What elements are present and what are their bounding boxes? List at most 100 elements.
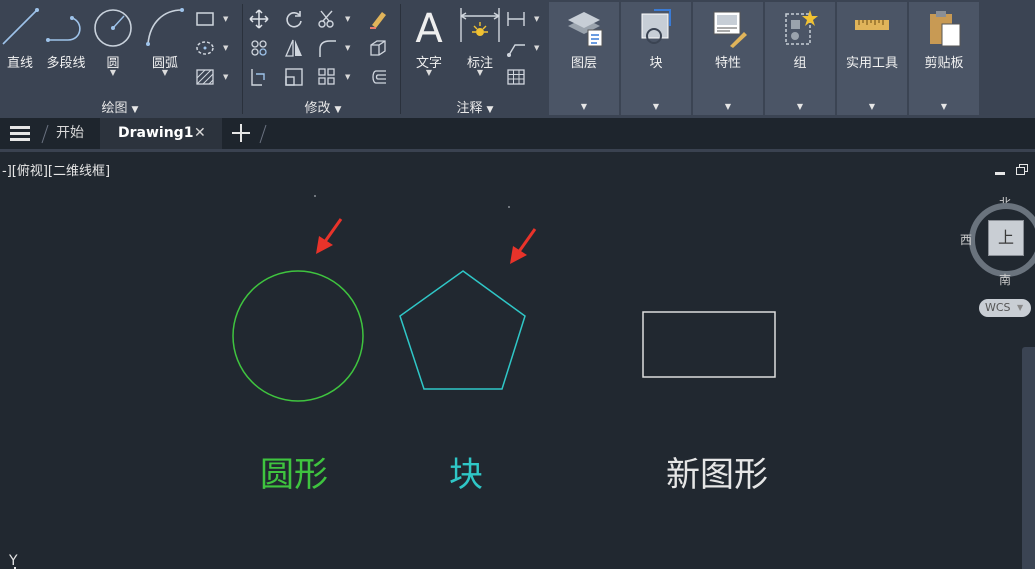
wcs-dropdown-icon: ▼ — [1017, 303, 1024, 312]
leader-dropdown-icon[interactable]: ▼ — [534, 44, 539, 52]
annotate-panel-title[interactable]: 注释 ▼ — [435, 97, 515, 116]
polyline-button[interactable]: 多段线 — [42, 2, 90, 82]
block-dropdown-icon: ▼ — [652, 102, 660, 111]
utilities-label: 实用工具 — [845, 56, 898, 71]
cube-icon — [370, 40, 386, 56]
new-shape-label: 新图形 — [666, 455, 768, 495]
utilities-dropdown-icon: ▼ — [868, 102, 876, 111]
green-circle[interactable] — [232, 270, 364, 402]
utilities-tile[interactable]: 实用工具 ▼ — [837, 2, 907, 115]
line-button[interactable]: 直线 — [0, 2, 40, 82]
stretch-icon — [251, 69, 265, 86]
wcs-menu[interactable]: WCS ▼ — [979, 299, 1031, 317]
hatch-button[interactable] — [194, 66, 216, 88]
hatch-icon — [196, 69, 214, 85]
layers-icon — [568, 12, 603, 47]
polyline-icon — [46, 16, 81, 42]
properties-label: 特性 — [714, 56, 741, 71]
modify-panel-title[interactable]: 修改 ▼ — [283, 97, 363, 116]
layers-tile[interactable]: 图层 ▼ — [549, 2, 619, 115]
draw-panel: 直线 多段线 圆 ▼ 圆弧 ▼ ▼ ▼ ▼ 绘图 ▼ — [0, 0, 242, 118]
solidedit-button[interactable] — [367, 37, 389, 59]
tab-drawing1[interactable]: Drawing1 ✕ — [100, 118, 222, 149]
menu-icon[interactable] — [10, 126, 32, 142]
linear-dim-dropdown-icon[interactable]: ▼ — [534, 15, 539, 23]
viewcube-south-label[interactable]: 南 — [999, 271, 1011, 288]
trim-dropdown-icon[interactable]: ▼ — [345, 15, 350, 23]
svg-text:A: A — [415, 6, 443, 48]
close-icon[interactable]: ✕ — [194, 118, 206, 149]
ellipse-icon — [196, 41, 214, 55]
navigation-bar[interactable] — [1022, 347, 1035, 569]
rectangle-icon — [196, 12, 214, 26]
scale-icon — [285, 68, 303, 86]
group-dropdown-icon: ▼ — [796, 102, 804, 111]
copy-button[interactable] — [248, 37, 270, 59]
annotate-panel: A 文字 ▼ 标注 ▼ ▼ ▼ 注释 ▼ — [401, 0, 548, 118]
dimension-button[interactable]: 标注 ▼ — [457, 2, 503, 82]
ellipse-button[interactable] — [194, 37, 216, 59]
red-arrow-icon — [510, 228, 537, 264]
draw-panel-dropdown-icon: ▼ — [131, 105, 139, 115]
group-tile[interactable]: 组 ▼ — [765, 2, 835, 115]
properties-tile[interactable]: 特性 ▼ — [693, 2, 763, 115]
tab-separator-icon — [259, 124, 267, 144]
arc-button[interactable]: 圆弧 ▼ — [142, 2, 188, 82]
rotate-icon — [286, 11, 302, 28]
array-dropdown-icon[interactable]: ▼ — [345, 73, 350, 81]
white-rectangle[interactable] — [642, 311, 776, 378]
stretch-button[interactable] — [248, 66, 270, 88]
trim-button[interactable] — [316, 8, 338, 30]
mirror-button[interactable] — [283, 37, 305, 59]
offset-button[interactable] — [367, 66, 389, 88]
layers-dropdown-icon: ▼ — [580, 102, 588, 111]
linear-dimension-icon — [507, 12, 525, 26]
group-label: 组 — [793, 56, 807, 71]
viewcube-top-face[interactable]: 上 — [988, 220, 1024, 256]
ellipse-dropdown-icon[interactable]: ▼ — [223, 44, 228, 52]
fillet-button[interactable] — [316, 37, 338, 59]
scale-button[interactable] — [283, 66, 305, 88]
move-button[interactable] — [248, 8, 270, 30]
leader-icon — [507, 44, 525, 57]
linear-dim-button[interactable] — [505, 8, 527, 30]
tab-start[interactable]: 开始 — [56, 118, 94, 149]
text-dropdown-icon[interactable]: ▼ — [409, 68, 449, 77]
draw-panel-title[interactable]: 绘图 ▼ — [80, 97, 160, 116]
tab-separator-icon — [41, 124, 49, 144]
move-icon — [249, 9, 269, 29]
rectangle-dropdown-icon[interactable]: ▼ — [223, 15, 228, 23]
line-label: 直线 — [6, 56, 33, 71]
leader-button[interactable] — [505, 37, 527, 59]
circle-button[interactable]: 圆 ▼ — [92, 2, 134, 82]
clipboard-tile[interactable]: 剪贴板 ▼ — [909, 2, 979, 115]
erase-button[interactable] — [367, 8, 389, 30]
ribbon: 直线 多段线 圆 ▼ 圆弧 ▼ ▼ ▼ ▼ 绘图 ▼ ▼ ▼ ▼ 修改 ▼ A … — [0, 0, 1035, 118]
ruler-icon — [855, 20, 889, 30]
rectangle-button[interactable] — [194, 8, 216, 30]
block-label: 块 — [649, 56, 663, 71]
viewcube[interactable]: 北 西 上 南 — [960, 190, 1035, 290]
clipboard-label: 剪贴板 — [924, 56, 964, 71]
cyan-pentagon[interactable] — [399, 270, 526, 390]
text-icon: A — [415, 6, 443, 52]
rotate-button[interactable] — [283, 8, 305, 30]
table-button[interactable] — [505, 66, 527, 88]
fillet-dropdown-icon[interactable]: ▼ — [345, 44, 350, 52]
offset-icon — [372, 70, 386, 84]
array-button[interactable] — [316, 66, 338, 88]
scissors-icon — [318, 10, 334, 28]
hatch-dropdown-icon[interactable]: ▼ — [223, 73, 228, 81]
arc-dropdown-icon[interactable]: ▼ — [142, 68, 188, 77]
circle-dropdown-icon[interactable]: ▼ — [92, 68, 134, 77]
properties-icon — [713, 11, 747, 48]
block-tile[interactable]: 块 ▼ — [621, 2, 691, 115]
modify-panel: ▼ ▼ ▼ 修改 ▼ — [243, 0, 400, 118]
text-button[interactable]: A 文字 ▼ — [409, 2, 449, 82]
new-tab-button[interactable] — [229, 121, 253, 145]
viewcube-west-label[interactable]: 西 — [960, 231, 972, 248]
mirror-icon — [285, 39, 302, 57]
dimension-dropdown-icon[interactable]: ▼ — [457, 68, 503, 77]
plus-icon — [232, 124, 250, 142]
circle-icon — [94, 9, 132, 47]
